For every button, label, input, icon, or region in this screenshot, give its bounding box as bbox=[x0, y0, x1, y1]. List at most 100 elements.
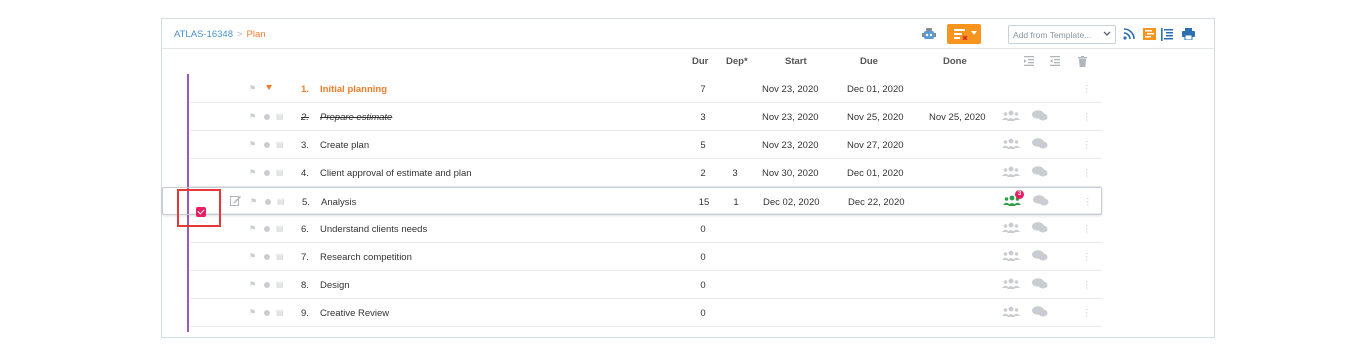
task-due[interactable]: Dec 22, 2020 bbox=[848, 197, 905, 208]
task-dep[interactable]: 1 bbox=[733, 197, 738, 208]
task-name[interactable]: Research competition bbox=[320, 252, 412, 263]
rss-icon[interactable] bbox=[1122, 26, 1136, 42]
column-due[interactable]: Due bbox=[860, 56, 878, 67]
assign-users-icon[interactable] bbox=[1002, 222, 1020, 236]
column-start[interactable]: Start bbox=[785, 56, 807, 67]
task-row[interactable]: ⚑ ▤ 9. Creative Review 0 ⋮ bbox=[162, 299, 1102, 327]
more-options-icon[interactable]: ⋮ bbox=[1082, 168, 1092, 179]
task-name[interactable]: Analysis bbox=[321, 197, 356, 208]
task-due[interactable]: Nov 25, 2020 bbox=[847, 112, 904, 123]
more-options-icon[interactable]: ⋮ bbox=[1082, 224, 1092, 235]
status-dot-icon[interactable] bbox=[264, 114, 270, 120]
task-dur[interactable]: 0 bbox=[700, 224, 705, 235]
assigned-users-icon[interactable]: 3 bbox=[1003, 190, 1024, 209]
drag-handle-icon[interactable]: ⋮ bbox=[218, 195, 226, 204]
bars-icon[interactable]: ▤ bbox=[276, 168, 284, 177]
task-dur[interactable]: 3 bbox=[700, 112, 705, 123]
more-options-icon[interactable]: ⋮ bbox=[1082, 112, 1092, 123]
task-start[interactable]: Nov 23, 2020 bbox=[762, 140, 819, 151]
task-row-group[interactable]: ⚑ 1. Initial planning 7 Nov 23, 2020 Dec… bbox=[162, 75, 1102, 103]
indent-right-icon[interactable] bbox=[1024, 56, 1034, 69]
task-done[interactable]: Nov 25, 2020 bbox=[929, 112, 986, 123]
comments-icon[interactable] bbox=[1032, 110, 1048, 124]
bars-icon[interactable]: ▤ bbox=[277, 197, 285, 206]
assign-users-icon[interactable] bbox=[1002, 250, 1020, 264]
indent-left-icon[interactable] bbox=[1050, 56, 1060, 69]
task-name[interactable]: Understand clients needs bbox=[320, 224, 427, 235]
flag-icon[interactable]: ⚑ bbox=[249, 280, 256, 289]
task-row[interactable]: ⚑ ▤ 8. Design 0 ⋮ bbox=[162, 271, 1102, 299]
collapse-caret-icon[interactable] bbox=[266, 85, 272, 90]
edit-icon[interactable] bbox=[230, 195, 241, 209]
more-options-icon[interactable]: ⋮ bbox=[1082, 84, 1092, 95]
task-dur[interactable]: 2 bbox=[700, 168, 705, 179]
filter-dropdown-button[interactable] bbox=[947, 24, 981, 44]
task-dur[interactable]: 0 bbox=[700, 308, 705, 319]
task-name[interactable]: Create plan bbox=[320, 140, 369, 151]
assign-users-icon[interactable] bbox=[1002, 166, 1020, 180]
task-row[interactable]: ⚑ ▤ 7. Research competition 0 ⋮ bbox=[162, 243, 1102, 271]
more-options-icon[interactable]: ⋮ bbox=[1082, 140, 1092, 151]
status-dot-icon[interactable] bbox=[264, 170, 270, 176]
task-row[interactable]: ⚑ ▤ 2. Prepare estimate 3 Nov 23, 2020 N… bbox=[162, 103, 1102, 131]
status-dot-icon[interactable] bbox=[264, 310, 270, 316]
task-start[interactable]: Nov 23, 2020 bbox=[762, 112, 819, 123]
task-due[interactable]: Dec 01, 2020 bbox=[847, 168, 904, 179]
column-done[interactable]: Done bbox=[943, 56, 967, 67]
comments-icon[interactable] bbox=[1032, 250, 1048, 264]
comments-icon[interactable] bbox=[1032, 278, 1048, 292]
more-options-icon[interactable]: ⋮ bbox=[1082, 280, 1092, 291]
comments-icon[interactable] bbox=[1032, 306, 1048, 320]
task-name[interactable]: Prepare estimate bbox=[320, 112, 392, 123]
flag-icon[interactable]: ⚑ bbox=[250, 197, 257, 206]
task-dur[interactable]: 7 bbox=[700, 84, 705, 95]
task-row[interactable]: ⚑ ▤ 4. Client approval of estimate and p… bbox=[162, 159, 1102, 187]
flag-icon[interactable]: ⚑ bbox=[249, 84, 256, 93]
bars-icon[interactable]: ▤ bbox=[276, 252, 284, 261]
bars-icon[interactable]: ▤ bbox=[276, 140, 284, 149]
task-name[interactable]: Design bbox=[320, 280, 350, 291]
task-dur[interactable]: 0 bbox=[700, 280, 705, 291]
bars-icon[interactable]: ▤ bbox=[276, 308, 284, 317]
task-start[interactable]: Dec 02, 2020 bbox=[763, 197, 820, 208]
gantt-icon[interactable] bbox=[1142, 26, 1156, 42]
trash-icon[interactable] bbox=[1078, 56, 1087, 70]
status-dot-icon[interactable] bbox=[264, 282, 270, 288]
indent-icon[interactable] bbox=[1160, 26, 1174, 42]
task-dur[interactable]: 15 bbox=[699, 197, 710, 208]
status-dot-icon[interactable] bbox=[264, 142, 270, 148]
print-icon[interactable] bbox=[1180, 26, 1196, 42]
task-row-selected[interactable]: ⚑ ▤ 5. Analysis 15 1 Dec 02, 2020 Dec 22… bbox=[162, 187, 1102, 215]
status-dot-icon[interactable] bbox=[264, 226, 270, 232]
flag-icon[interactable]: ⚑ bbox=[249, 252, 256, 261]
column-dur[interactable]: Dur bbox=[692, 56, 708, 67]
add-from-template-select[interactable]: Add from Template... bbox=[1008, 25, 1116, 44]
task-dur[interactable]: 0 bbox=[700, 252, 705, 263]
assign-users-icon[interactable] bbox=[1002, 278, 1020, 292]
task-row[interactable]: ⚑ ▤ 3. Create plan 5 Nov 23, 2020 Nov 27… bbox=[162, 131, 1102, 159]
task-name[interactable]: Initial planning bbox=[320, 84, 387, 95]
task-name[interactable]: Creative Review bbox=[320, 308, 389, 319]
bars-icon[interactable]: ▤ bbox=[276, 112, 284, 121]
status-dot-icon[interactable] bbox=[265, 199, 271, 205]
more-options-icon[interactable]: ⋮ bbox=[1082, 252, 1092, 263]
task-dur[interactable]: 5 bbox=[700, 140, 705, 151]
comments-icon[interactable] bbox=[1032, 222, 1048, 236]
task-row[interactable]: ⚑ ▤ 6. Understand clients needs 0 ⋮ bbox=[162, 215, 1102, 243]
assign-users-icon[interactable] bbox=[1002, 306, 1020, 320]
flag-icon[interactable]: ⚑ bbox=[249, 224, 256, 233]
comments-icon[interactable] bbox=[1032, 138, 1048, 152]
flag-icon[interactable]: ⚑ bbox=[249, 140, 256, 149]
more-options-icon[interactable]: ⋮ bbox=[1083, 197, 1093, 208]
task-select-checkbox[interactable] bbox=[196, 207, 206, 217]
task-due[interactable]: Dec 01, 2020 bbox=[847, 84, 904, 95]
task-start[interactable]: Nov 23, 2020 bbox=[762, 84, 819, 95]
bars-icon[interactable]: ▤ bbox=[276, 280, 284, 289]
flag-icon[interactable]: ⚑ bbox=[249, 308, 256, 317]
breadcrumb-project-link[interactable]: ATLAS-16348 bbox=[174, 29, 233, 40]
task-start[interactable]: Nov 30, 2020 bbox=[762, 168, 819, 179]
robot-icon[interactable] bbox=[920, 25, 938, 43]
column-dep[interactable]: Dep* bbox=[726, 56, 748, 67]
status-dot-icon[interactable] bbox=[264, 254, 270, 260]
task-name[interactable]: Client approval of estimate and plan bbox=[320, 168, 472, 179]
